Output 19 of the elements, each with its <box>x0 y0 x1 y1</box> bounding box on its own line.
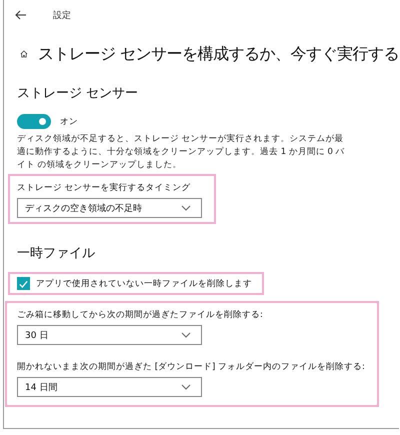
toggle-label: オン <box>60 116 78 128</box>
chevron-icon <box>181 332 191 338</box>
description: ディスク領域が不足すると、ストレージ センサーが実行されます。システムが最適に動作するように、十分な領域をクリーンアップします。過去 1 か月間に 0 バイト の領域をクリーンアップしました。 <box>17 133 346 172</box>
back-icon[interactable] <box>15 10 27 20</box>
chevron-icon <box>181 205 191 211</box>
checkbox-label: アプリで使用されていない一時ファイルを削除します <box>36 278 252 290</box>
toggle-switch[interactable] <box>17 114 51 129</box>
page-title: ストレージ センサーを構成するか、今すぐ実行する <box>38 44 399 64</box>
dropdown[interactable]: 14 日間 <box>17 377 202 397</box>
chevron-icon <box>181 384 191 390</box>
field-label: ごみ箱に移動してから次の期間が過ぎたファイルを削除する: <box>17 309 264 321</box>
window-title: 設定 <box>53 10 71 22</box>
dropdown[interactable]: 30 日 <box>17 325 202 345</box>
field-label: ストレージ センサーを実行するタイミング <box>17 182 192 194</box>
dropdown[interactable]: ディスクの空き領域の不足時 <box>17 198 202 218</box>
section-heading: ストレージ センサー <box>17 85 140 102</box>
checkbox[interactable] <box>17 277 30 290</box>
field-label: 開かれないまま次の期間が過ぎた [ダウンロード] フォルダー内のファイルを削除する: <box>17 361 366 373</box>
section-heading: 一時ファイル <box>17 245 96 262</box>
